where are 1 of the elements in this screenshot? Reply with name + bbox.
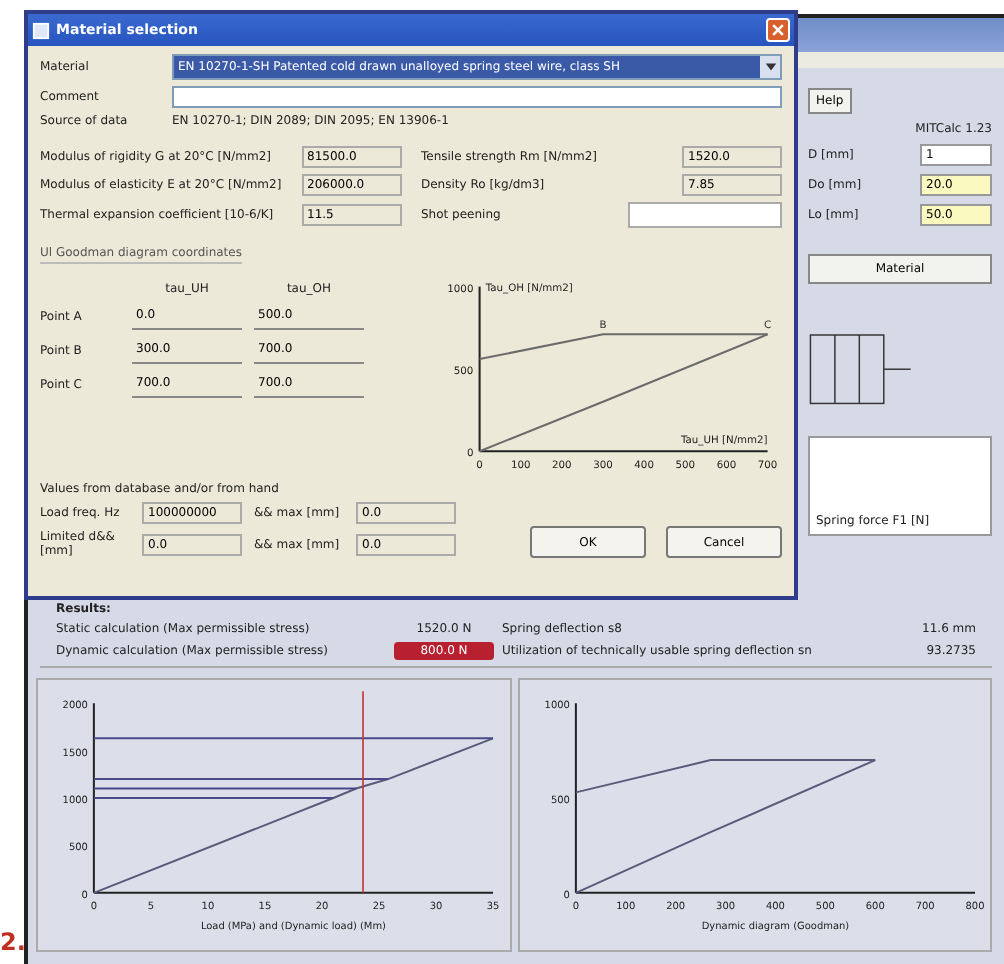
- figure-label: 2.: [0, 928, 26, 956]
